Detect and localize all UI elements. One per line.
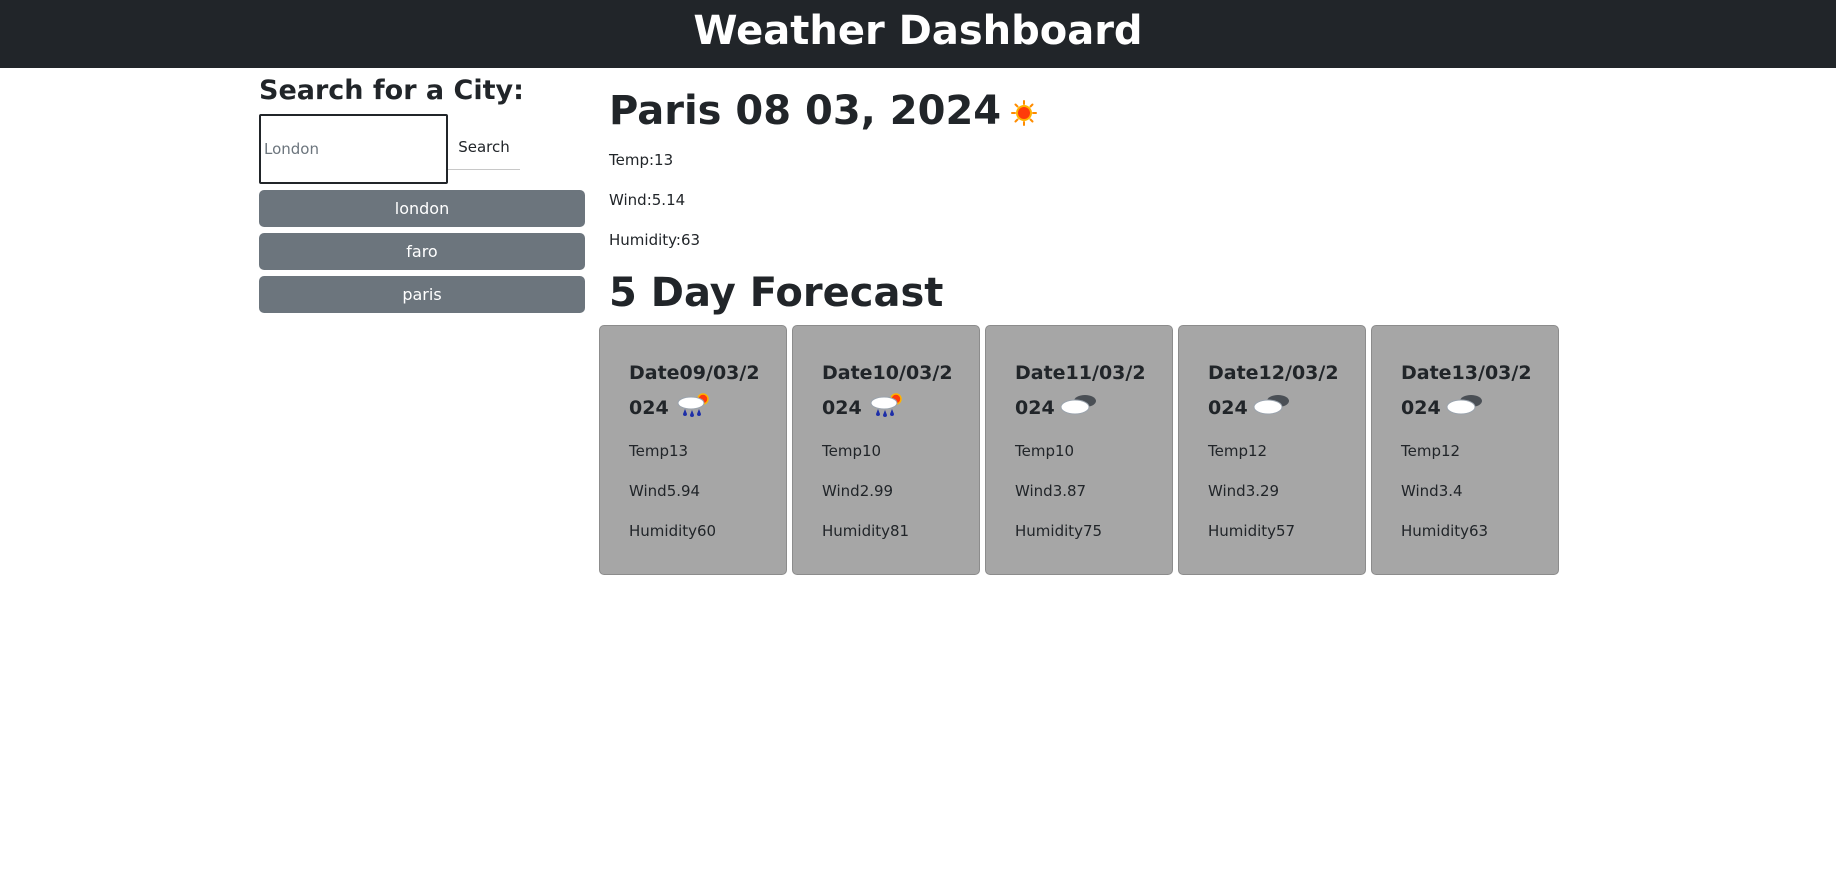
forecast-wind: Wind3.4 — [1401, 482, 1463, 500]
forecast-card: Date13/03/2024 Temp12 Wind3.4 Humidity63 — [1371, 325, 1559, 575]
forecast-card: Date10/03/2024 Temp10 Wind2.99 Humidity8… — [792, 325, 980, 575]
history-button-paris[interactable]: paris — [259, 276, 585, 313]
forecast-wind: Wind2.99 — [822, 482, 894, 500]
forecast-heading: 5 Day Forecast — [609, 270, 944, 316]
search-history-list: london faro paris — [259, 190, 585, 319]
current-city-date: Paris 08 03, 2024 — [609, 88, 1002, 134]
forecast-humidity: Humidity63 — [1401, 522, 1489, 540]
forecast-date: Date11/03/2024 — [1015, 356, 1150, 425]
cloud-icon — [1253, 395, 1289, 415]
search-heading: Search for a City: — [259, 75, 524, 106]
forecast-wind: Wind3.87 — [1015, 482, 1087, 500]
forecast-humidity: Humidity81 — [822, 522, 910, 540]
current-weather-heading: Paris 08 03, 2024 — [609, 84, 1038, 138]
forecast-temp: Temp12 — [1208, 442, 1268, 460]
forecast-date: Date10/03/2024 — [822, 356, 957, 425]
forecast-temp: Temp10 — [822, 442, 882, 460]
forecast-wind: Wind5.94 — [629, 482, 701, 500]
rain-sun-icon — [870, 393, 902, 417]
current-humidity: Humidity:63 — [609, 231, 701, 249]
cloud-icon — [1060, 395, 1096, 415]
forecast-card: Date11/03/2024 Temp10 Wind3.87 Humidity7… — [985, 325, 1173, 575]
forecast-temp: Temp10 — [1015, 442, 1075, 460]
forecast-date: Date13/03/2024 — [1401, 356, 1536, 425]
forecast-humidity: Humidity75 — [1015, 522, 1103, 540]
current-wind: Wind:5.14 — [609, 191, 686, 209]
cloud-icon — [1446, 395, 1482, 415]
current-temp: Temp:13 — [609, 151, 674, 169]
forecast-cards: Date09/03/2024 Temp13 Wind5.94 Humidity6… — [599, 325, 1559, 575]
search-button[interactable]: Search — [448, 114, 520, 170]
forecast-humidity: Humidity60 — [629, 522, 717, 540]
sun-icon — [1011, 100, 1038, 126]
history-button-faro[interactable]: faro — [259, 233, 585, 270]
forecast-card: Date12/03/2024 Temp12 Wind3.29 Humidity5… — [1178, 325, 1366, 575]
rain-sun-icon — [677, 393, 709, 417]
history-button-london[interactable]: london — [259, 190, 585, 227]
forecast-date: Date12/03/2024 — [1208, 356, 1343, 425]
app-title: Weather Dashboard — [693, 8, 1143, 54]
city-search-input[interactable] — [259, 114, 448, 184]
forecast-wind: Wind3.29 — [1208, 482, 1280, 500]
forecast-humidity: Humidity57 — [1208, 522, 1296, 540]
forecast-temp: Temp13 — [629, 442, 689, 460]
forecast-date: Date09/03/2024 — [629, 356, 764, 425]
forecast-temp: Temp12 — [1401, 442, 1461, 460]
forecast-card: Date09/03/2024 Temp13 Wind5.94 Humidity6… — [599, 325, 787, 575]
